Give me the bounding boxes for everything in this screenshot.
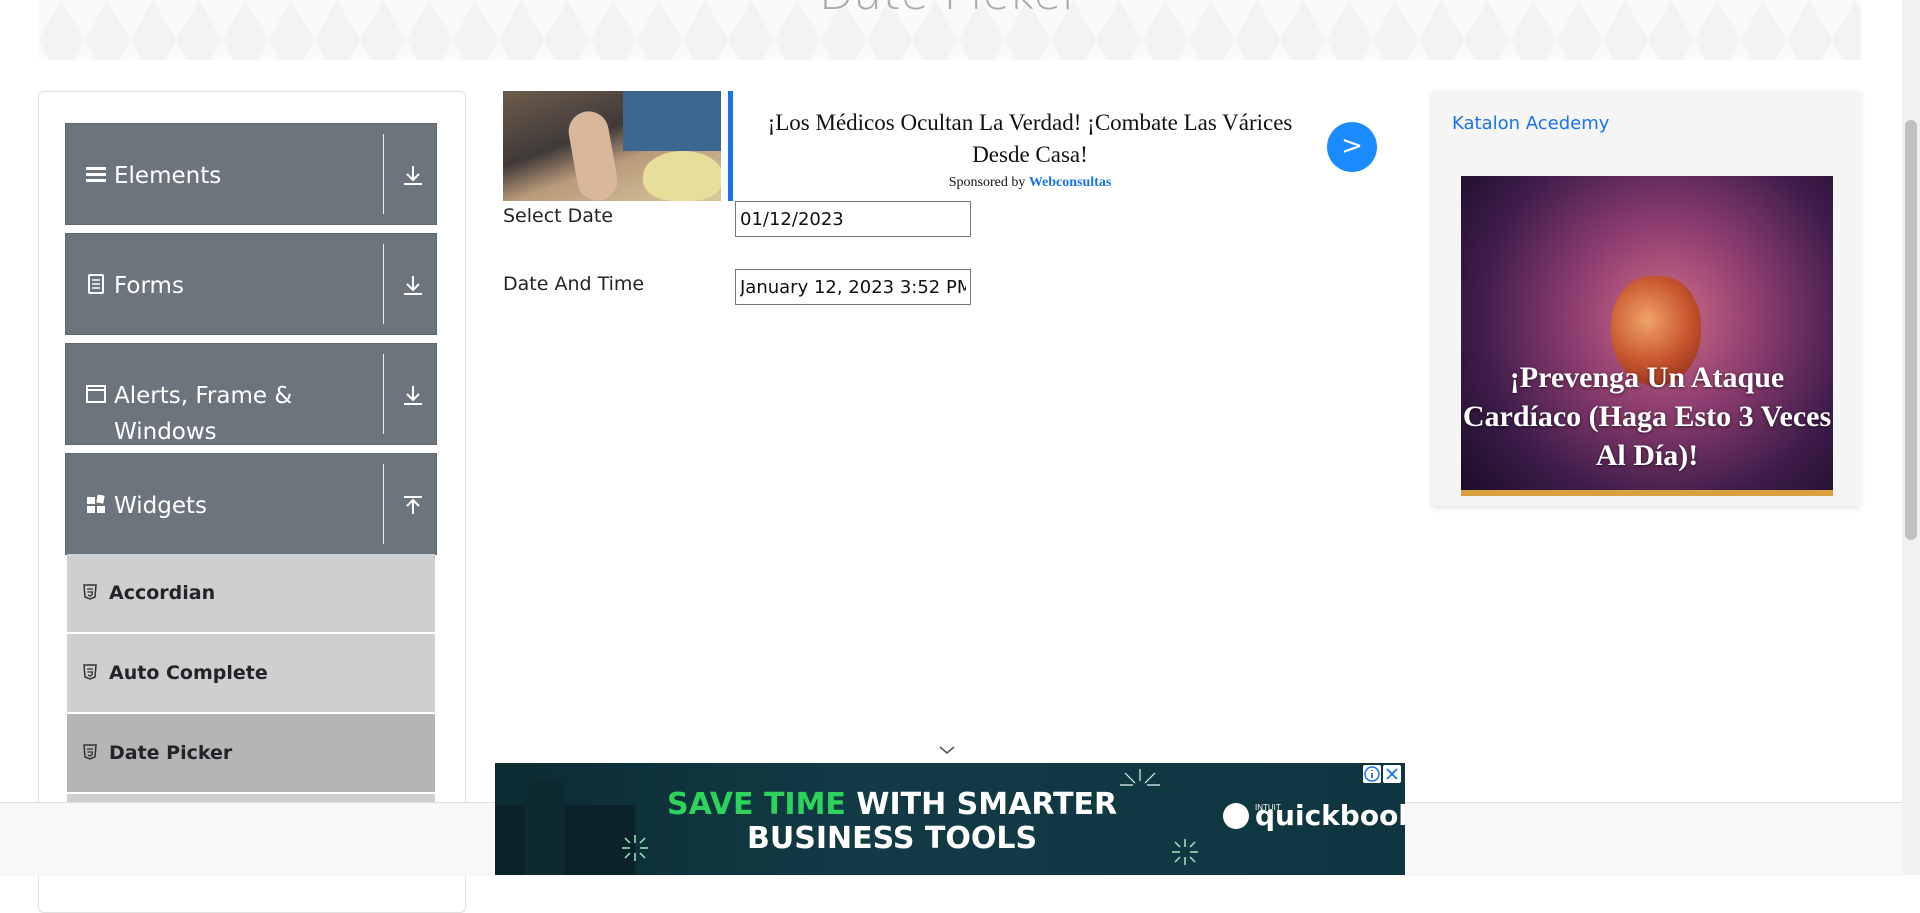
widgets-icon [87,494,105,513]
hamburger-icon [86,167,106,182]
chevron-down-icon[interactable] [938,744,956,756]
download-icon[interactable] [402,164,424,188]
firework-icon [1172,839,1198,865]
select-date-input[interactable] [735,201,971,237]
quickbooks-brand: quickbooks [1255,799,1405,832]
page-header-banner: Date Picker [38,0,1861,60]
sponsored-prefix: Sponsored by [948,175,1026,190]
divider [383,354,384,434]
scrollbar-thumb[interactable] [1905,120,1917,540]
heart-ad-banner[interactable]: ¡Prevenga Un Ataque Cardíaco (Haga Esto … [1461,176,1833,496]
html5-icon [83,664,97,680]
page-scrollbar[interactable] [1902,0,1920,875]
sidebar-group-label: Elements [114,163,222,189]
divider [383,244,384,324]
sidebar-group-label: Widgets [114,493,207,519]
divider [383,134,384,214]
ad-info-icon[interactable] [1363,765,1381,783]
top-advertisement[interactable]: ¡Los Médicos Ocultan La Verdad! ¡Combate… [503,91,1378,201]
sidebar-item-accordian[interactable]: Accordian [67,554,435,634]
ad-go-button[interactable]: > [1327,122,1377,172]
ad-accent-bar [728,91,733,201]
sidebar-item-label: Auto Complete [109,662,268,684]
select-date-label: Select Date [503,205,614,227]
upload-icon[interactable] [402,494,424,518]
heart-ad-headline: ¡Prevenga Un Ataque Cardíaco (Haga Esto … [1462,361,1832,472]
katalon-academy-link[interactable]: Katalon Acedemy [1452,113,1609,134]
bottom-ad-highlight: SAVE TIME [667,787,846,822]
sidebar-group-alerts[interactable]: Alerts, Frame & Windows [65,343,437,445]
right-advertisement: Katalon Acedemy ¡Prevenga Un Ataque Card… [1432,91,1860,506]
page-title: Date Picker [38,0,1861,20]
date-time-label: Date And Time [503,273,645,295]
firework-icon [1120,769,1160,786]
bottom-ad-line2: BUSINESS TOOLS [747,821,1038,856]
sidebar-item-label: Date Picker [109,742,233,764]
divider [383,464,384,544]
bottom-ad-line1: SAVE TIME WITH SMARTER [667,787,1117,822]
download-icon[interactable] [402,274,424,298]
bottom-advertisement[interactable]: SAVE TIME WITH SMARTER BUSINESS TOOLS IN… [495,763,1405,875]
close-icon[interactable] [1383,765,1401,783]
html5-icon [83,744,97,760]
ad-headline[interactable]: ¡Los Médicos Ocultan La Verdad! ¡Combate… [765,107,1295,171]
left-sidebar: Elements Forms Alerts, Frame & Windows W… [38,91,466,913]
date-time-input[interactable] [735,269,971,305]
bottom-ad-line1-rest: WITH SMARTER [856,787,1118,822]
sidebar-group-label: Alerts, Frame & Windows [114,383,293,445]
city-graphic [495,805,635,875]
sidebar-group-elements[interactable]: Elements [65,123,437,225]
ad-photo [503,91,721,201]
sidebar-item-date-picker[interactable]: Date Picker [67,714,435,794]
sidebar-item-auto-complete[interactable]: Auto Complete [67,634,435,714]
download-icon[interactable] [402,384,424,408]
sidebar-group-label: Forms [114,273,184,299]
ad-sponsor-line: Sponsored by Webconsultas [765,175,1295,191]
quickbooks-logo-icon [1223,803,1249,829]
sidebar-item-label: Accordian [109,582,216,604]
window-icon [86,385,106,403]
sidebar-group-forms[interactable]: Forms [65,233,437,335]
document-icon [88,274,104,294]
html5-icon [83,584,97,600]
sponsor-link[interactable]: Webconsultas [1029,175,1111,190]
firework-icon [622,835,648,861]
sidebar-group-widgets[interactable]: Widgets [65,453,437,555]
city-graphic [525,780,565,875]
